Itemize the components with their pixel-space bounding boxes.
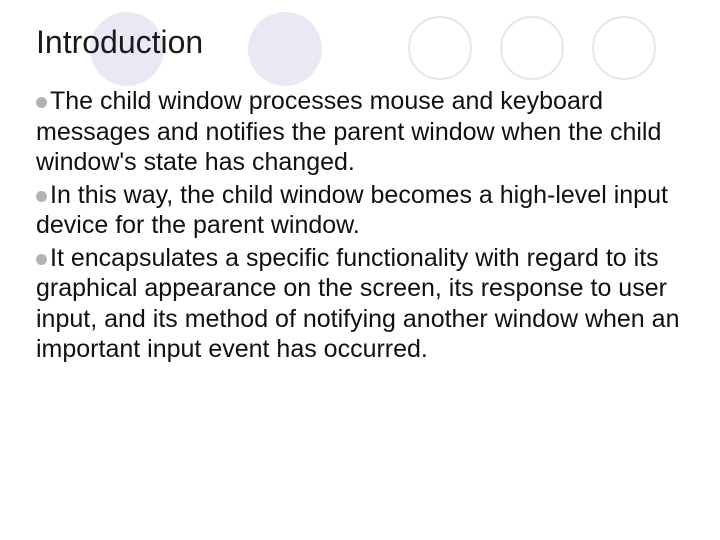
bullet-text: It encapsulates a specific functionality… [36, 244, 679, 364]
bullet-icon [36, 191, 47, 202]
deco-circle [248, 12, 322, 86]
deco-ring [592, 16, 656, 80]
list-item: It encapsulates a specific functionality… [36, 243, 684, 365]
bullet-text: The child window processes mouse and key… [36, 87, 661, 176]
bullet-icon [36, 254, 47, 265]
bullet-icon [36, 97, 47, 108]
list-item: The child window processes mouse and key… [36, 86, 684, 178]
deco-ring [500, 16, 564, 80]
list-item: In this way, the child window becomes a … [36, 180, 684, 241]
deco-ring [408, 16, 472, 80]
bullet-text: In this way, the child window becomes a … [36, 181, 668, 240]
bullet-list: The child window processes mouse and key… [36, 86, 684, 367]
slide-title: Introduction [36, 24, 203, 61]
